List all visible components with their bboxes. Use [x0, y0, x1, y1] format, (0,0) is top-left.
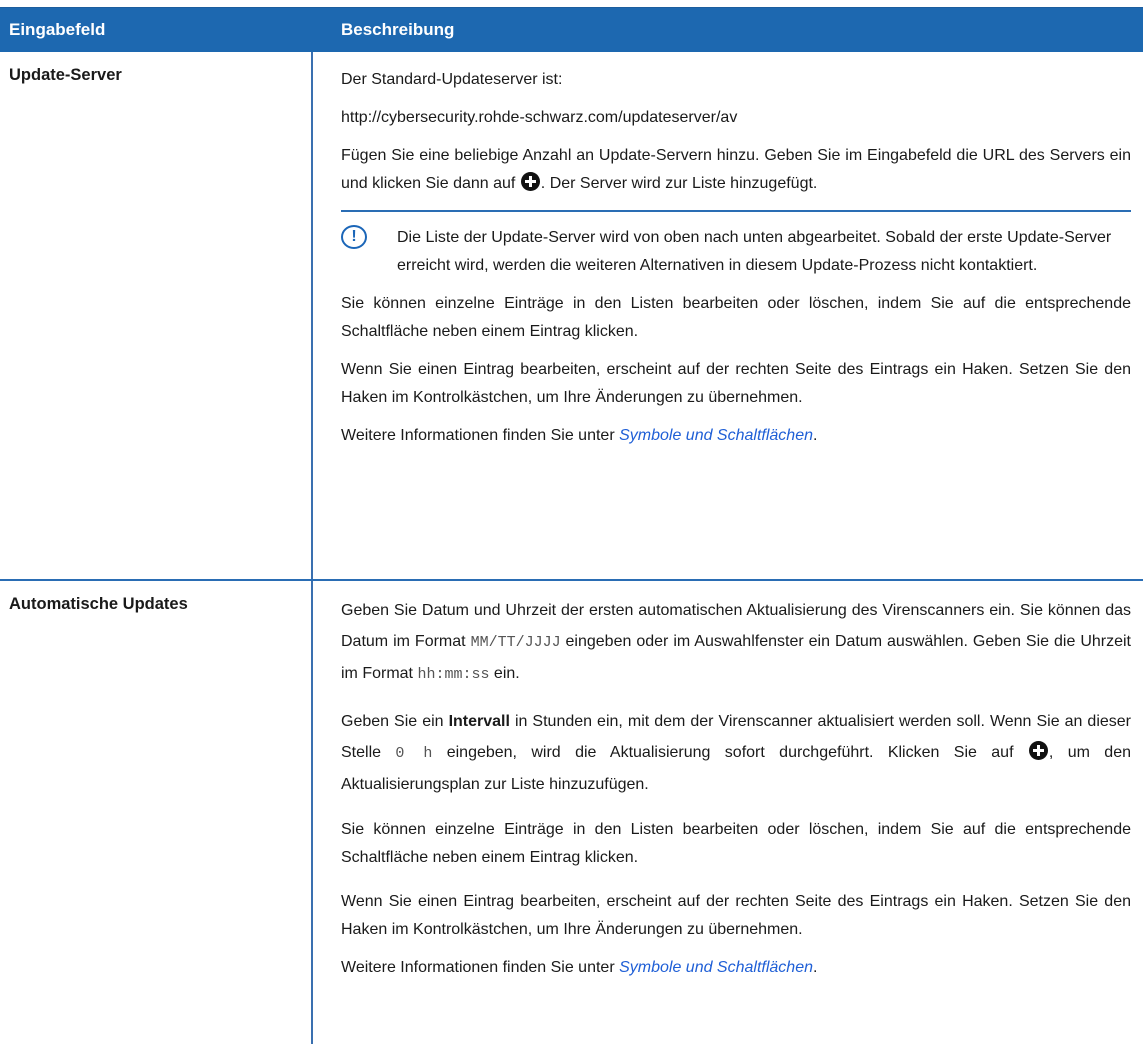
paragraph: Wenn Sie einen Eintrag bearbeiten, ersch…: [341, 893, 1131, 938]
paragraph: Der Standard-Updateserver ist:: [341, 71, 563, 88]
time-format-code: hh:mm:ss: [417, 666, 490, 683]
table-row: Update-Server Der Standard-Updateserver …: [0, 52, 1143, 581]
note-text: Die Liste der Update-Server wird von obe…: [397, 229, 1112, 274]
plus-circle-icon: [520, 172, 540, 191]
text: .: [813, 427, 818, 444]
field-name: Automatische Updates: [0, 581, 313, 1044]
paragraph: Weitere Informationen finden Sie unter S…: [341, 954, 1131, 982]
paragraph: Wenn Sie einen Eintrag bearbeiten, ersch…: [341, 361, 1131, 406]
table-header: Eingabefeld Beschreibung: [0, 8, 1143, 52]
symbols-link[interactable]: Symbole und Schaltflächen: [619, 427, 813, 444]
description-cell: Der Standard-Updateserver ist: http://cy…: [313, 52, 1143, 579]
description-cell: Geben Sie Datum und Uhrzeit der ersten a…: [313, 581, 1143, 1044]
header-field: Eingabefeld: [9, 20, 106, 39]
interval-term: Intervall: [448, 713, 510, 730]
text: Weitere Informationen finden Sie unter: [341, 427, 620, 444]
paragraph: Weitere Informationen finden Sie unter S…: [341, 422, 1131, 450]
plus-circle-icon: [1028, 741, 1048, 760]
paragraph: Fügen Sie eine beliebige Anzahl an Updat…: [341, 142, 1131, 198]
text: .: [813, 959, 818, 976]
date-format-code: MM/TT/JJJJ: [470, 634, 561, 651]
parameter-table: Eingabefeld Beschreibung Update-Server D…: [0, 7, 1143, 1044]
note-divider: [341, 210, 1131, 212]
text: ein.: [489, 665, 520, 682]
paragraph: Sie können einzelne Einträge in den List…: [341, 821, 1131, 866]
default-server-url: http://cybersecurity.rohde-schwarz.com/u…: [341, 109, 738, 126]
paragraph: Geben Sie Datum und Uhrzeit der ersten a…: [341, 595, 1131, 690]
text: Weitere Informationen finden Sie unter: [341, 959, 620, 976]
exclamation-circle-icon: !: [341, 225, 367, 249]
table-row: Automatische Updates Geben Sie Datum und…: [0, 581, 1143, 1044]
text: Geben Sie ein: [341, 713, 449, 730]
header-description: Beschreibung: [341, 20, 455, 39]
text: eingeben, wird die Aktualisierung sofort…: [432, 744, 1028, 761]
symbols-link[interactable]: Symbole und Schaltflächen: [619, 959, 813, 976]
paragraph: Geben Sie ein Intervall in Stunden ein, …: [341, 706, 1131, 800]
text: . Der Server wird zur Liste hinzugefügt.: [540, 175, 818, 192]
zero-hours-code: 0 h: [395, 745, 433, 762]
paragraph: Sie können einzelne Einträge in den List…: [341, 295, 1131, 340]
note-box: ! Die Liste der Update-Server wird von o…: [341, 224, 1131, 280]
field-name: Update-Server: [0, 52, 313, 579]
